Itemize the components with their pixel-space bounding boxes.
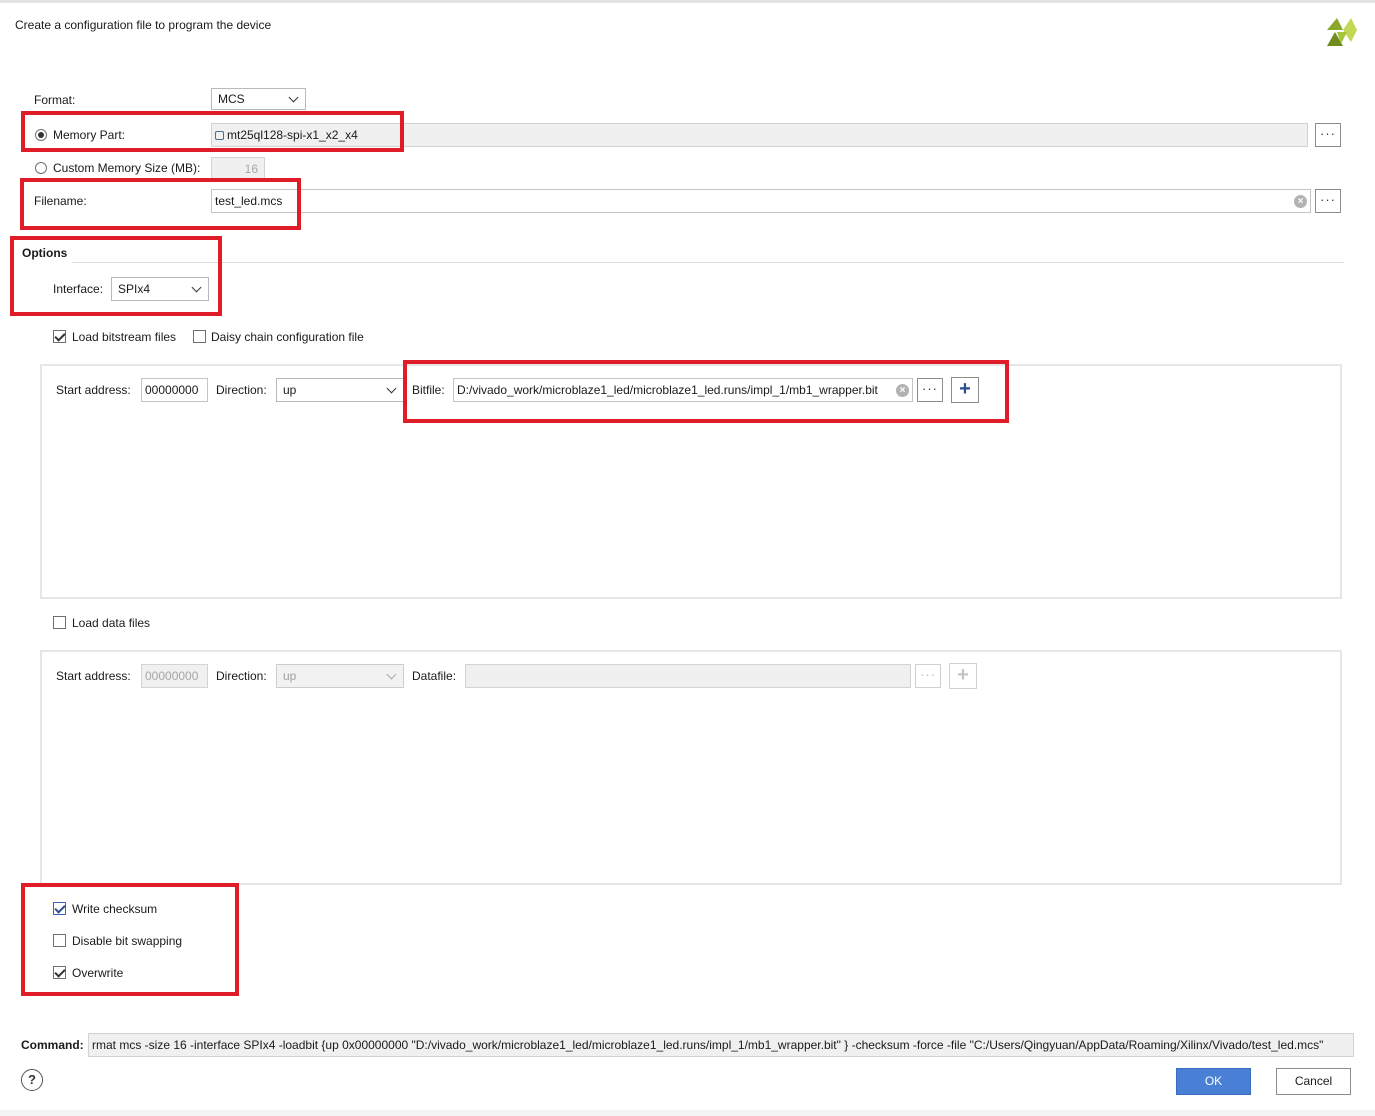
highlight-box-checks <box>21 883 239 996</box>
command-preview-field[interactable]: rmat mcs -size 16 -interface SPIx4 -load… <box>88 1033 1354 1057</box>
load-data-files-checkbox[interactable] <box>53 616 66 629</box>
data-direction-label: Direction: <box>216 669 267 683</box>
ok-button[interactable]: OK <box>1176 1068 1251 1095</box>
datafile-label: Datafile: <box>412 669 457 683</box>
help-icon[interactable]: ? <box>21 1069 43 1091</box>
daisy-chain-checkbox[interactable] <box>193 330 206 343</box>
highlight-box-filename <box>20 178 301 230</box>
bottom-border <box>0 1110 1375 1116</box>
highlight-box-bitfile <box>403 360 1009 423</box>
xilinx-logo-icon <box>1327 18 1357 46</box>
daisy-chain-label: Daisy chain configuration file <box>211 330 364 344</box>
load-bitstream-checkbox[interactable] <box>53 330 66 343</box>
highlight-box-options <box>10 236 222 316</box>
custom-memory-label: Custom Memory Size (MB): <box>53 161 201 175</box>
datafile-input[interactable] <box>465 664 911 688</box>
filename-browse-button[interactable]: ··· <box>1315 189 1341 213</box>
bit-direction-select[interactable]: up <box>276 378 404 402</box>
bit-start-address-input[interactable]: 00000000 <box>141 378 208 402</box>
format-value: MCS <box>218 92 245 106</box>
data-start-address-label: Start address: <box>56 669 131 683</box>
load-data-files-label: Load data files <box>72 616 151 630</box>
bit-direction-value: up <box>283 383 297 397</box>
dialog-description: Create a configuration file to program t… <box>15 18 272 32</box>
chevron-down-icon <box>386 669 397 680</box>
chevron-down-icon <box>386 383 397 394</box>
format-label: Format: <box>34 93 76 107</box>
chevron-down-icon <box>288 92 299 103</box>
filename-input[interactable]: test_led.mcs <box>211 189 1311 213</box>
datafile-browse-button[interactable]: ··· <box>915 664 941 688</box>
command-value: rmat mcs -size 16 -interface SPIx4 -load… <box>92 1038 1324 1052</box>
cancel-button[interactable]: Cancel <box>1276 1068 1351 1095</box>
bit-direction-label: Direction: <box>216 383 267 397</box>
memory-part-browse-button[interactable]: ··· <box>1315 123 1341 147</box>
clear-filename-icon[interactable]: × <box>1294 195 1307 208</box>
data-direction-value: up <box>283 669 297 683</box>
data-start-address-input[interactable]: 00000000 <box>141 664 208 688</box>
command-label: Command: <box>21 1038 84 1052</box>
data-direction-select[interactable]: up <box>276 664 404 688</box>
highlight-box-memory-part <box>21 111 404 152</box>
add-datafile-button[interactable]: + <box>949 663 977 689</box>
bit-start-address-label: Start address: <box>56 383 131 397</box>
custom-memory-radio[interactable] <box>35 162 47 174</box>
format-select[interactable]: MCS <box>211 88 306 110</box>
options-divider <box>72 262 1344 263</box>
load-bitstream-label: Load bitstream files <box>72 330 177 344</box>
top-border <box>0 0 1375 3</box>
